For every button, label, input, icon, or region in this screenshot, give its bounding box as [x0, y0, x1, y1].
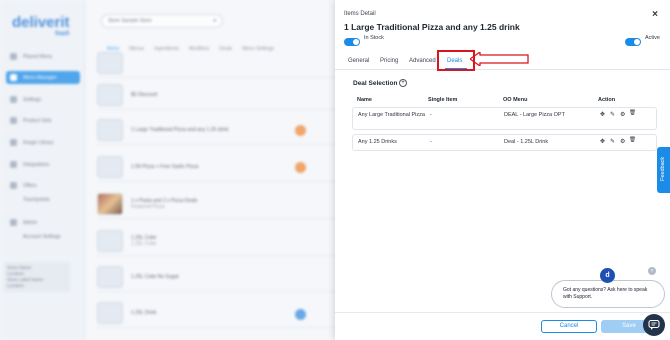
gear-icon[interactable]: ⚙: [620, 111, 625, 118]
sidebar-item[interactable]: Placed Menu: [6, 50, 80, 63]
cancel-button[interactable]: Cancel: [541, 320, 597, 333]
trash-icon[interactable]: 🗑: [629, 110, 636, 116]
edit-icon[interactable]: ✎: [610, 111, 615, 118]
row-name: Any Large Traditional Pizza: [358, 112, 425, 118]
sidebar-item[interactable]: Integrations: [6, 158, 80, 171]
row-single-item: -: [430, 112, 432, 118]
active-label: Active: [645, 35, 660, 41]
table-row[interactable]: Any Large Traditional Pizza - DEAL - Lar…: [352, 107, 657, 130]
sidebar-item[interactable]: Touchpoints: [6, 193, 80, 206]
footer-divider: [335, 312, 670, 313]
move-icon[interactable]: ✥: [600, 138, 605, 145]
item-thumbnail: [97, 118, 123, 141]
close-icon[interactable]: ×: [648, 267, 656, 275]
row-oo-menu: Deal - 1.25L Drink: [504, 139, 549, 145]
sidebar: deliverit SaaS Placed Menu Menu Manager S…: [0, 0, 85, 340]
drawer-label: Items Detail: [344, 11, 376, 17]
item-thumbnail: [97, 229, 123, 252]
column-header-action: Action: [598, 97, 616, 103]
column-header-single-item: Single Item: [428, 97, 458, 103]
item-thumbnail: [97, 51, 123, 74]
chat-icon: [648, 319, 660, 330]
gear-icon[interactable]: ⚙: [620, 138, 625, 145]
sidebar-item[interactable]: Admin: [6, 216, 80, 229]
status-badge: [295, 125, 306, 136]
trash-icon[interactable]: 🗑: [629, 137, 636, 143]
status-badge: [295, 162, 306, 173]
chat-launcher-button[interactable]: [643, 314, 665, 336]
annotation-arrow: [470, 52, 529, 66]
nav-icon: [10, 117, 17, 124]
section-title: Deal Selection: [353, 80, 398, 87]
status-badge: [295, 309, 306, 320]
item-thumbnail: [97, 301, 123, 324]
sidebar-item[interactable]: Account Settings: [6, 230, 80, 243]
feedback-tab[interactable]: Feedback: [657, 147, 670, 193]
nav-icon: [10, 161, 17, 168]
support-message[interactable]: Got any questions? Ask here to speak wit…: [551, 280, 665, 308]
row-single-item: -: [430, 139, 432, 145]
column-header-oo-menu: OO Menu: [503, 97, 528, 103]
nav-icon: [10, 139, 17, 146]
tab-advanced[interactable]: Advanced: [409, 58, 436, 64]
row-name: Any 1.25 Drinks: [358, 139, 397, 145]
sidebar-item-active[interactable]: Menu Manager: [6, 71, 80, 84]
row-oo-menu: DEAL - Large Pizza OPT: [504, 112, 565, 118]
column-header-name: Name: [357, 97, 372, 103]
add-deal-icon[interactable]: +: [399, 79, 407, 87]
sidebar-item[interactable]: Settings: [6, 93, 80, 106]
tab-pricing[interactable]: Pricing: [380, 58, 398, 64]
list-item[interactable]: [97, 48, 337, 78]
tab-general[interactable]: General: [348, 58, 369, 64]
nav-icon: [10, 96, 17, 103]
store-info: Store Name Location Store Label Name Loc…: [4, 262, 70, 292]
nav-icon: [10, 74, 17, 81]
item-thumbnail: [97, 83, 123, 106]
sidebar-item[interactable]: Product Sets: [6, 114, 80, 127]
move-icon[interactable]: ✥: [600, 111, 605, 118]
chevron-down-icon: ▾: [213, 18, 216, 24]
list-item[interactable]: 1.25L Coke 1.25L Coke: [97, 226, 337, 256]
close-icon[interactable]: ×: [648, 8, 662, 22]
in-stock-label: In Stock: [364, 35, 384, 41]
list-item[interactable]: 1.25L Coke No Sugar: [97, 262, 337, 292]
table-row[interactable]: Any 1.25 Drinks - Deal - 1.25L Drink ✥ ✎…: [352, 134, 657, 151]
list-item[interactable]: 1 x Pasta and 2 x Pizza Deals Featured Pi…: [97, 189, 337, 219]
app-logo: deliverit SaaS: [12, 14, 70, 37]
nav-icon: [10, 53, 17, 60]
active-toggle[interactable]: [625, 38, 641, 46]
nav-icon: [10, 219, 17, 226]
list-item[interactable]: $5 Discount: [97, 80, 337, 110]
item-thumbnail: [97, 265, 123, 288]
avatar: d: [600, 268, 615, 283]
in-stock-toggle[interactable]: [344, 38, 360, 46]
nav-icon: [10, 182, 17, 189]
item-thumbnail: [97, 155, 123, 178]
sidebar-item[interactable]: Image Library: [6, 136, 80, 149]
sidebar-item[interactable]: Offers: [6, 179, 80, 192]
item-photo: [97, 192, 123, 215]
page-title: 1 Large Traditional Pizza and any 1.25 d…: [344, 22, 520, 32]
store-select[interactable]: Store Sample Store ▾: [101, 14, 223, 28]
edit-icon[interactable]: ✎: [610, 138, 615, 145]
